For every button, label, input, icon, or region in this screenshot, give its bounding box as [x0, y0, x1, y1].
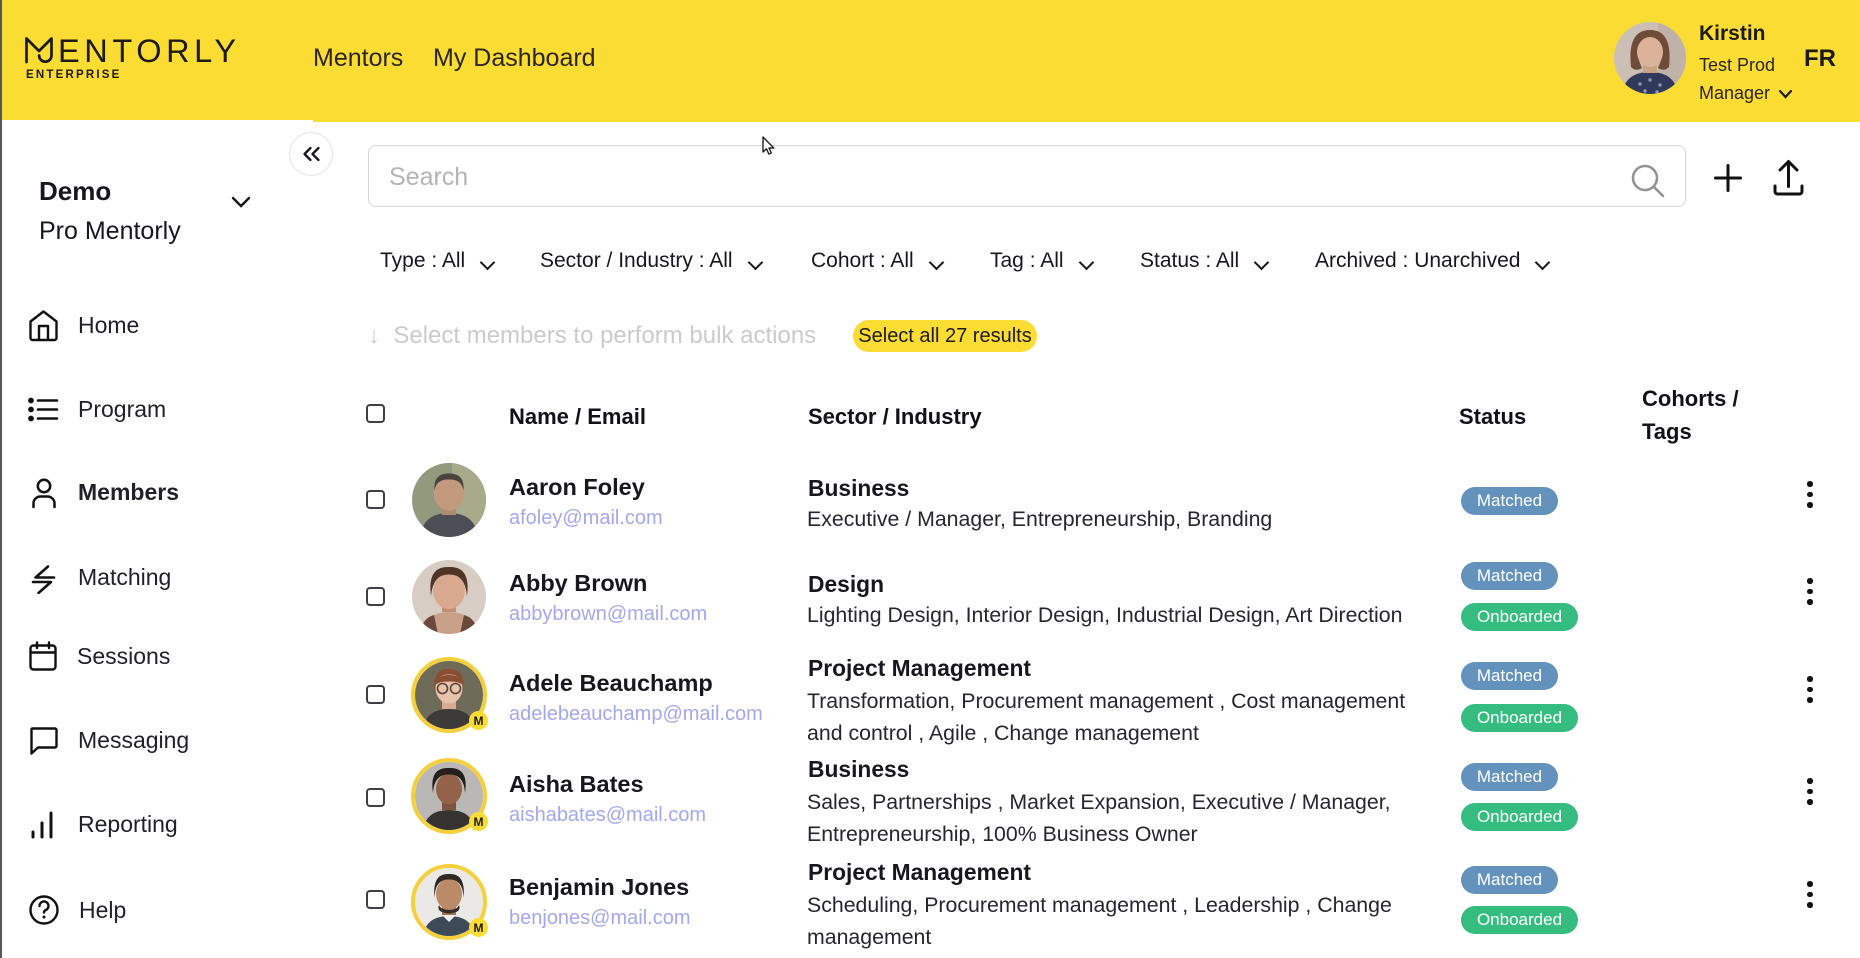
svg-text:ENTERPRISE: ENTERPRISE — [26, 69, 122, 81]
svg-text:ENTORLY: ENTORLY — [58, 34, 241, 69]
